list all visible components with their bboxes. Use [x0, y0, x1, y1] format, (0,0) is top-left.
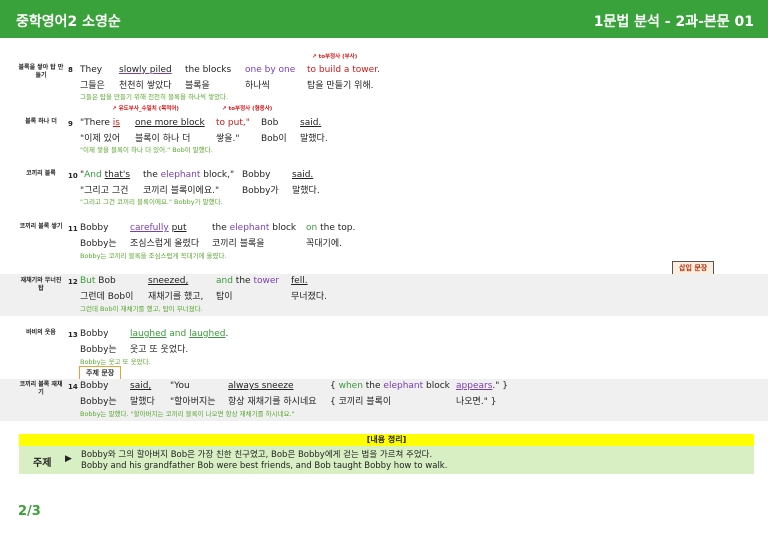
header-title-left: 중학영어2 소영순 [16, 14, 121, 30]
sentence-number: 14 [68, 383, 78, 391]
row-label: 코끼리 블록 재채기 [19, 381, 63, 396]
topic-sentence-tag: 주제 문장 [79, 366, 122, 380]
english-chunk: "And that's [80, 170, 131, 180]
insert-sentence-tag: 삽입 문장 [672, 261, 715, 275]
sentence-number: 13 [68, 331, 78, 339]
english-chunk: the elephant block," [143, 170, 235, 180]
full-translation: "이제 쌓을 블록이 하나 더 있어." Bob이 말했다. [80, 146, 213, 154]
korean-chunk: 항상 재채기를 하시네요 [228, 397, 317, 407]
english-chunk: one more block [135, 118, 205, 128]
korean-chunk: 블록을 [185, 81, 210, 91]
korean-chunk: "그리고 그건 [80, 186, 129, 196]
header-title-right: 1문법 분석 - 2과-본문 01 [593, 14, 754, 30]
page-number: 2/3 [18, 504, 41, 519]
korean-chunk: 말했다. [292, 186, 320, 196]
korean-chunk: 말했다 [130, 397, 155, 407]
english-chunk: fell. [291, 276, 308, 286]
korean-chunk: Bobby는 [80, 345, 117, 355]
english-chunk: Bobby [80, 329, 109, 339]
korean-chunk: 쌓을." [216, 134, 240, 144]
sentence-row-14: 코끼리 블록 재채기 14 Bobby said, "You always sn… [0, 379, 768, 421]
korean-chunk: 조심스럽게 올렸다 [130, 239, 200, 249]
english-chunk: "You [170, 381, 190, 391]
korean-chunk: 그런데 Bob이 [80, 292, 134, 302]
english-chunk: said. [300, 118, 322, 128]
korean-chunk: 꼭대기에. [306, 239, 342, 249]
full-translation: 그들은 탑을 만들기 위해 천천히 블록을 하나씩 쌓았다. [80, 93, 229, 101]
full-translation: Bobby는 말했다. "할아버지는 코끼리 블록이 나오면 항상 재채기를 하… [80, 410, 295, 418]
korean-chunk: "할아버지는 [170, 397, 216, 407]
full-translation: "그리고 그건 코끼리 블록이에요." Bobby가 말했다. [80, 198, 223, 206]
english-chunk: and the tower [216, 276, 280, 286]
korean-chunk: 탑이 [216, 292, 233, 302]
korean-chunk: 그들은 [80, 81, 105, 91]
korean-chunk: 블록이 하나 더 [135, 134, 191, 144]
korean-chunk: 코끼리 블록을 [212, 239, 265, 249]
english-chunk: Bob [261, 118, 279, 128]
korean-chunk: 하나씩 [245, 81, 270, 91]
sentence-number: 11 [68, 225, 78, 233]
korean-chunk: 나오면." } [456, 397, 497, 407]
sentence-number: 9 [68, 120, 73, 128]
korean-chunk: 탑을 만들기 위해. [307, 81, 374, 91]
english-chunk: They [80, 65, 103, 75]
row-label: 바비의 웃음 [26, 329, 56, 336]
summary-korean: Bobby와 그의 할아버지 Bob은 가장 친한 친구였고, Bob은 Bob… [81, 450, 433, 460]
english-chunk: appears." } [456, 381, 508, 391]
english-chunk: said, [130, 381, 152, 391]
summary-heading: [내용 정리] [19, 434, 754, 446]
summary-english: Bobby and his grandfather Bob were best … [81, 461, 448, 471]
korean-chunk: 천천히 쌓았다 [119, 81, 172, 91]
english-chunk: But Bob [80, 276, 116, 286]
korean-chunk: 무너졌다. [291, 292, 327, 302]
korean-chunk: 재채기를 했고, [148, 292, 204, 302]
english-chunk: Bobby [80, 381, 109, 391]
full-translation: 그런데 Bob이 재채기를 했고, 탑이 무너졌다. [80, 305, 203, 313]
full-translation: Bobby는 코끼리 블록을 조심스럽게 꼭대기에 올렸다. [80, 252, 227, 260]
sentence-number: 12 [68, 278, 78, 286]
korean-chunk: 웃고 또 웃었다. [130, 345, 189, 355]
english-chunk: slowly piled [119, 65, 172, 75]
summary-key-label: 주제 [33, 458, 52, 469]
summary-box: 주제 ▶ Bobby와 그의 할아버지 Bob은 가장 친한 친구였고, Bob… [19, 446, 754, 474]
korean-chunk: { 코끼리 블록이 [330, 397, 392, 407]
grammar-note: 유도부사_수일치 (목적어) [112, 104, 179, 112]
korean-chunk: Bobby는 [80, 397, 117, 407]
english-chunk: the blocks [185, 65, 232, 75]
korean-chunk: 코끼리 블록이에요." [143, 186, 220, 196]
row-label: 코끼리 블록 [26, 170, 56, 177]
korean-chunk: 말했다. [300, 134, 328, 144]
english-chunk: said. [292, 170, 314, 180]
english-chunk: to build a tower. [307, 65, 380, 75]
row-label: 블록 하나 더 [25, 118, 57, 125]
arrow-right-icon: ▶ [65, 454, 72, 464]
english-chunk: always sneeze [228, 381, 294, 391]
english-chunk: the elephant block [212, 223, 297, 233]
korean-chunk: "이제 있어 [80, 134, 121, 144]
row-label: 블록을 쌓아 탑 만들기 [18, 64, 64, 79]
korean-chunk: Bob이 [261, 134, 287, 144]
english-chunk: sneezed, [148, 276, 189, 286]
english-chunk: to put," [216, 118, 250, 128]
page-header: 중학영어2 소영순 1문법 분석 - 2과-본문 01 [0, 0, 768, 38]
english-chunk: one by one [245, 65, 296, 75]
sentence-number: 10 [68, 172, 78, 180]
sentence-row-12: 재채기와 무너진 탑 12 But Bob sneezed, and the t… [0, 274, 768, 316]
korean-chunk: Bobby는 [80, 239, 117, 249]
grammar-note: to부정사 (부사) [312, 52, 358, 60]
english-chunk: "There is [80, 118, 120, 128]
sentence-number: 8 [68, 66, 73, 74]
korean-chunk: Bobby가 [242, 186, 279, 196]
row-label: 코끼리 블록 쌓기 [19, 223, 63, 230]
full-translation: Bobby는 웃고 또 웃었다. [80, 358, 151, 366]
english-chunk: carefully put [130, 223, 187, 233]
english-chunk: { when the elephant block [330, 381, 450, 391]
grammar-note: to부정사 (형용사) [222, 104, 273, 112]
english-chunk: on the top. [306, 223, 356, 233]
row-label: 재채기와 무너진 탑 [20, 277, 62, 292]
english-chunk: laughed and laughed. [130, 329, 229, 339]
english-chunk: Bobby [80, 223, 109, 233]
english-chunk: Bobby [242, 170, 271, 180]
